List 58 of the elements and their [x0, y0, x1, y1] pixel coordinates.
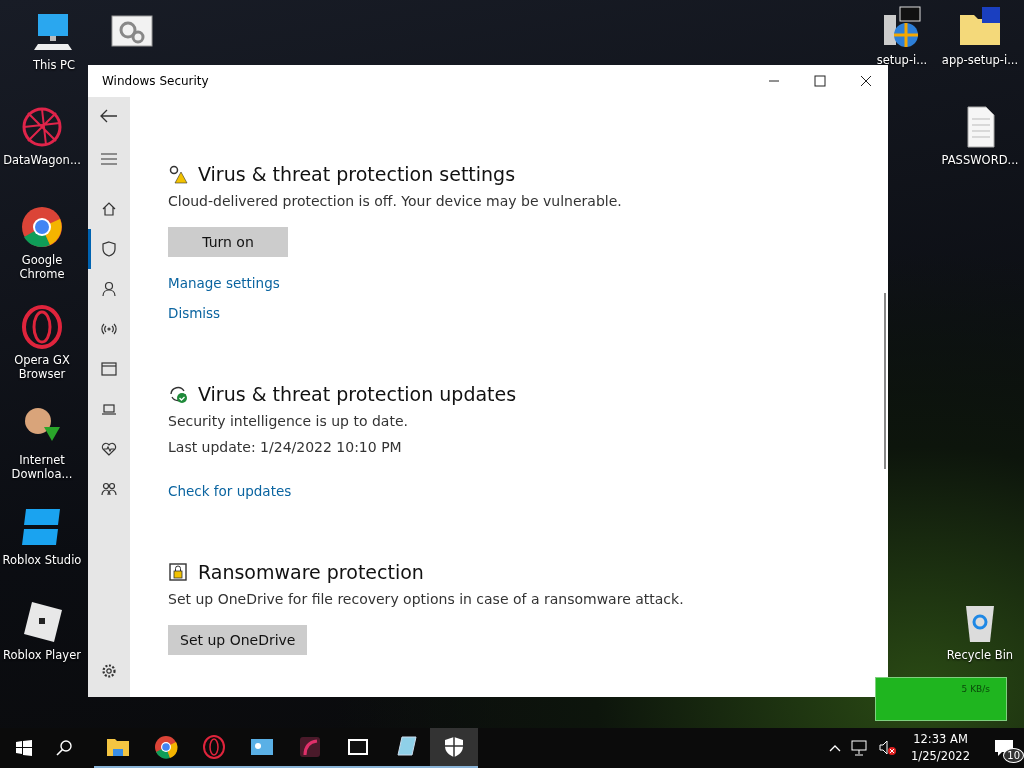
antenna-icon: [101, 321, 117, 337]
desktop-icon-label[interactable]: Internet Downloa...: [0, 453, 84, 482]
desktop-icon-label[interactable]: This PC: [32, 58, 76, 73]
action-button[interactable]: Set up OneDrive: [168, 625, 308, 655]
clock-time[interactable]: 12:33 AM: [913, 730, 968, 748]
status-text: Cloud-delivered protection is off. Your device may be vulnerable.: [168, 193, 622, 209]
link[interactable]: Check for updates: [168, 483, 292, 499]
desktop-icon-label[interactable]: Google Chrome: [0, 253, 84, 282]
chevron-up-icon[interactable]: [829, 744, 842, 752]
section-heading: Virus & threat protection settings: [198, 163, 516, 185]
scrollbar-thumb[interactable]: [884, 293, 886, 469]
link[interactable]: Manage settings: [168, 275, 280, 291]
ring-icon[interactable]: [20, 305, 64, 349]
desktop-icon-label[interactable]: DataWagon...: [3, 153, 81, 168]
status-text: Security intelligence is up to date.: [168, 413, 408, 429]
section-heading: Virus & threat protection updates: [198, 383, 517, 405]
status-text: Set up OneDrive for file recovery options in case of a ransomware attack.: [168, 591, 684, 607]
window-title: Windows Security: [102, 74, 209, 88]
heart-icon: [101, 441, 117, 457]
status-text: Last update: 1/24/2022 10:10 PM: [168, 439, 402, 455]
network-speed-text: 5 KB/s: [961, 684, 990, 694]
desktop-icon-label[interactable]: setup-i...: [876, 53, 928, 68]
desktop-icon-label[interactable]: Recycle Bin: [946, 648, 1014, 663]
desktop-icon-label[interactable]: Opera GX Browser: [0, 353, 84, 382]
people-icon: [101, 481, 117, 497]
refresh-check-icon: [168, 384, 188, 404]
browser-window-icon: [101, 361, 117, 377]
menu-icon[interactable]: [101, 153, 117, 165]
notepad-icon: [394, 735, 418, 759]
desktop-icon-label[interactable]: Roblox Studio: [2, 553, 82, 568]
search-icon[interactable]: [56, 740, 72, 756]
link[interactable]: Dismiss: [168, 305, 221, 321]
gear-warning-icon: [168, 164, 188, 184]
shield-icon: [101, 241, 117, 257]
laptop-icon: [101, 401, 117, 417]
curve-icon: [298, 735, 322, 759]
desktop-icon-label[interactable]: Roblox Player: [3, 648, 81, 663]
settings-icon[interactable]: [101, 663, 117, 679]
section-heading: Ransomware protection: [198, 561, 424, 583]
network-icon[interactable]: [851, 740, 870, 756]
clock-date[interactable]: 1/25/2022: [911, 748, 970, 766]
maximize-icon[interactable]: [814, 75, 826, 87]
chrome-icon[interactable]: [20, 205, 64, 249]
taskbar-app[interactable]: [430, 728, 478, 768]
desktop-icon-label[interactable]: PASSWORD...: [941, 153, 1019, 168]
house-icon: [101, 201, 117, 217]
back-arrow-icon[interactable]: [100, 109, 118, 123]
folder-lock-icon: [168, 562, 188, 582]
notification-count[interactable]: 10: [1003, 748, 1024, 763]
desktop-icon-label[interactable]: app-setup-i...: [941, 53, 1019, 68]
ring-icon: [202, 735, 226, 759]
windows-start-icon[interactable]: [16, 740, 32, 756]
speaker-muted-icon[interactable]: [879, 740, 898, 756]
chrome-icon: [154, 735, 178, 759]
shield-icon: [442, 735, 466, 759]
person-icon: [101, 281, 117, 297]
action-button[interactable]: Turn on: [168, 227, 288, 257]
close-icon[interactable]: [860, 75, 872, 87]
